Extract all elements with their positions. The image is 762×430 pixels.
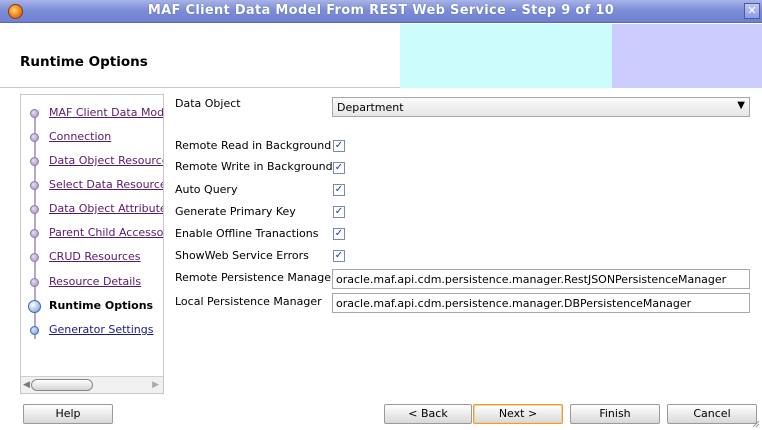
- page-title: Runtime Options: [20, 54, 148, 70]
- nav-step-label[interactable]: Select Data Resources: [49, 178, 163, 191]
- header-banner-cyan: [400, 24, 612, 88]
- remote-persistence-field[interactable]: [332, 269, 750, 289]
- nav-step-label[interactable]: Resource Details: [49, 275, 141, 288]
- local-persistence-input[interactable]: [333, 294, 749, 312]
- remote-write-label: Remote Write in Background: [175, 160, 333, 173]
- resize-grip-icon[interactable]: [752, 420, 760, 428]
- remote-read-checkbox[interactable]: ✓: [333, 140, 345, 152]
- nav-step-resource-details[interactable]: Resource Details: [21, 274, 163, 292]
- nav-step-connection[interactable]: Connection: [21, 129, 163, 147]
- step-dot-icon: [30, 253, 39, 262]
- step-dot-icon: [30, 133, 39, 142]
- next-button[interactable]: Next >: [473, 404, 563, 424]
- show-errors-checkbox[interactable]: ✓: [333, 250, 345, 262]
- step-dot-icon: [30, 157, 39, 166]
- remote-read-label: Remote Read in Background: [175, 139, 332, 152]
- generate-primary-key-checkbox[interactable]: ✓: [333, 206, 345, 218]
- nav-step-label[interactable]: Data Object Attributes: [49, 202, 163, 215]
- wizard-step-nav: MAF Client Data Mode Connection Data Obj…: [20, 94, 164, 394]
- back-button[interactable]: < Back: [384, 404, 472, 424]
- remote-write-checkbox[interactable]: ✓: [333, 162, 345, 174]
- remote-persistence-label: Remote Persistence Manager: [175, 271, 336, 284]
- nav-step-label[interactable]: Generator Settings: [49, 323, 153, 336]
- data-object-label: Data Object: [175, 97, 241, 110]
- data-object-select[interactable]: Department ▼: [332, 97, 750, 117]
- data-object-value: Department: [337, 101, 404, 114]
- nav-step-data-object-resource[interactable]: Data Object Resource: [21, 153, 163, 171]
- finish-button[interactable]: Finish: [570, 404, 660, 424]
- window-title: MAF Client Data Model From REST Web Serv…: [147, 3, 615, 18]
- header-banner-violet: [612, 24, 762, 88]
- nav-step-label[interactable]: Parent Child Accessor: [49, 226, 163, 239]
- current-step-icon: [28, 300, 41, 313]
- step-dot-icon: [30, 205, 39, 214]
- cancel-button[interactable]: Cancel: [667, 404, 757, 424]
- nav-step-parent-child-accessor[interactable]: Parent Child Accessor: [21, 225, 163, 243]
- step-dot-icon: [30, 229, 39, 238]
- step-dot-icon: [30, 181, 39, 190]
- title-bar: MAF Client Data Model From REST Web Serv…: [0, 0, 762, 23]
- show-errors-label: ShowWeb Service Errors: [175, 249, 309, 262]
- close-button[interactable]: ✕: [744, 3, 760, 19]
- local-persistence-field[interactable]: [332, 293, 750, 313]
- remote-persistence-input[interactable]: [333, 270, 749, 288]
- nav-step-crud-resources[interactable]: CRUD Resources: [21, 249, 163, 267]
- enable-offline-label: Enable Offline Tranactions: [175, 227, 319, 240]
- generate-primary-key-label: Generate Primary Key: [175, 205, 296, 218]
- nav-horizontal-scrollbar[interactable]: ◀ ▶: [21, 376, 163, 393]
- nav-step-select-data-resources[interactable]: Select Data Resources: [21, 177, 163, 195]
- local-persistence-label: Local Persistence Manager: [175, 295, 322, 308]
- auto-query-label: Auto Query: [175, 183, 238, 196]
- step-dot-icon: [30, 109, 39, 118]
- help-button[interactable]: Help: [23, 404, 113, 424]
- scrollbar-thumb[interactable]: [31, 379, 93, 391]
- nav-step-data-object-attributes[interactable]: Data Object Attributes: [21, 201, 163, 219]
- nav-step-label[interactable]: Connection: [49, 130, 111, 143]
- enable-offline-checkbox[interactable]: ✓: [333, 228, 345, 240]
- nav-step-runtime-options[interactable]: Runtime Options: [21, 298, 163, 316]
- nav-step-maf-client-data-model[interactable]: MAF Client Data Mode: [21, 105, 163, 123]
- dropdown-arrow-icon[interactable]: ▼: [737, 100, 745, 111]
- nav-step-label[interactable]: Data Object Resource: [49, 154, 163, 167]
- auto-query-checkbox[interactable]: ✓: [333, 184, 345, 196]
- step-dot-icon: [30, 326, 39, 335]
- scroll-right-icon[interactable]: ▶: [152, 380, 159, 390]
- nav-step-label[interactable]: CRUD Resources: [49, 250, 141, 263]
- nav-step-label[interactable]: MAF Client Data Mode: [49, 106, 163, 119]
- wizard-header: Runtime Options: [0, 24, 762, 88]
- step-dot-icon: [30, 278, 39, 287]
- scroll-left-icon[interactable]: ◀: [23, 380, 30, 390]
- nav-step-generator-settings[interactable]: Generator Settings: [21, 322, 163, 340]
- nav-step-label: Runtime Options: [49, 299, 154, 312]
